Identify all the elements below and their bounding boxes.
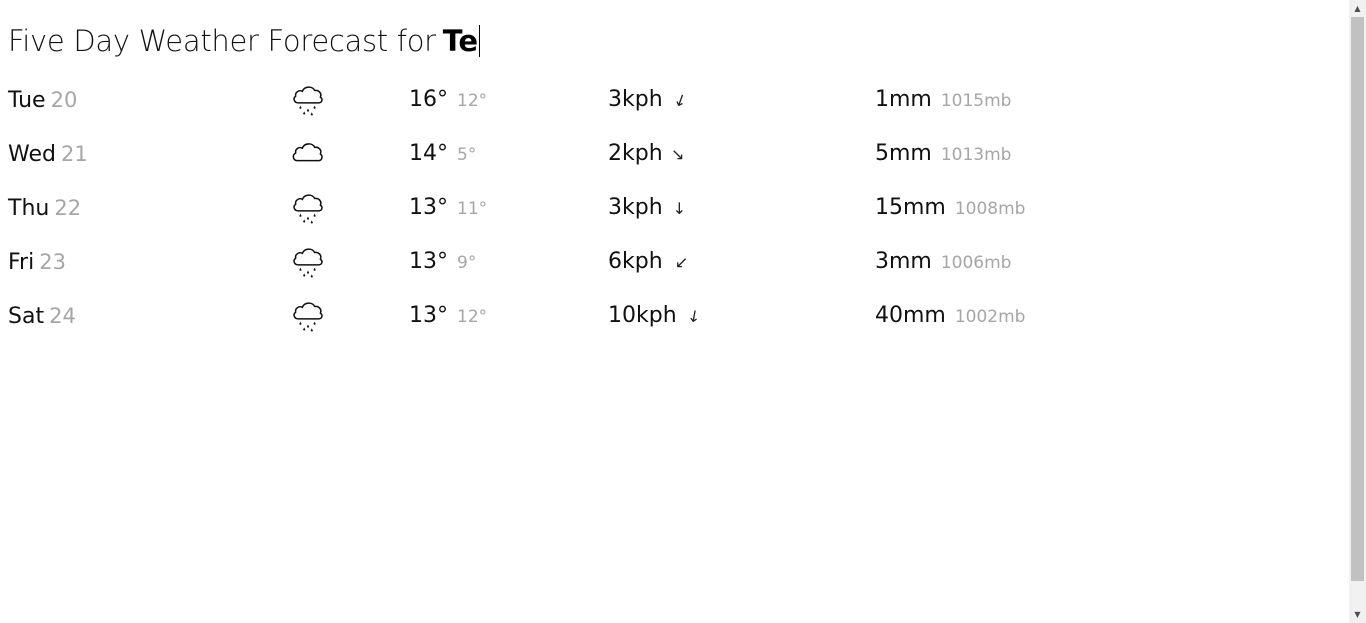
title-prefix: Five Day Weather Forecast for [8,24,436,58]
rain-cloud-icon [290,244,326,280]
scrollbar-thumb[interactable] [1351,17,1364,581]
wind-direction-icon: ↓ [685,306,702,328]
forecast-temperature: 13° 12° [409,299,487,333]
forecast-precipitation: 15mm 1008mb [875,191,1025,225]
rain-cloud-icon [290,82,326,118]
wind-speed: 10kph [608,303,677,328]
forecast-row: Fri 23 13° 9° 6kph ↓ 3mm 1006mb [0,245,1200,279]
forecast-precipitation: 40mm 1002mb [875,299,1025,333]
rainfall: 1mm [875,87,932,112]
city-input[interactable]: Te [443,24,478,58]
day-name: Tue [8,88,46,113]
page: Five Day Weather Forecast for Te Tue 20 16°… [0,0,1349,623]
pressure: 1013mb [940,145,1012,165]
wind-direction-icon: ↓ [669,251,693,275]
forecast-day: Sat 24 [8,299,76,333]
scroll-down-icon[interactable]: ▼ [1349,606,1366,623]
forecast-wind: 10kph ↓ [608,299,702,333]
temp-low: 5° [457,145,477,165]
wind-speed: 2kph [608,141,663,166]
day-name: Wed [8,142,56,167]
forecast-temperature: 16° 12° [409,83,487,117]
pressure: 1015mb [940,91,1012,111]
text-caret [478,25,480,57]
day-name: Sat [8,304,45,329]
forecast-day: Wed 21 [8,137,88,171]
rain-cloud-icon [290,190,326,226]
pressure: 1006mb [940,253,1012,273]
rainfall: 5mm [875,141,932,166]
temp-low: 12° [457,307,488,327]
forecast-row: Thu 22 13° 11° 3kph ↓ 15mm 1008mb [0,191,1200,225]
temp-low: 9° [457,253,477,273]
forecast-day: Thu 22 [8,191,81,225]
forecast-wind: 2kph ↓ [608,137,689,171]
forecast-row: Wed 21 14° 5° 2kph ↓ 5mm 1013mb [0,137,1200,171]
day-date: 24 [49,304,76,328]
wind-speed: 6kph [608,249,663,274]
wind-speed: 3kph [608,195,663,220]
wind-speed: 3kph [608,87,663,112]
day-date: 20 [50,88,78,112]
temp-high: 16° [409,87,448,112]
scroll-up-icon[interactable]: ▲ [1349,0,1366,17]
rain-cloud-icon [290,298,326,334]
forecast-temperature: 13° 11° [409,191,487,225]
forecast-precipitation: 1mm 1015mb [875,83,1011,117]
forecast-day: Fri 23 [8,245,66,279]
temp-high: 13° [409,249,448,274]
forecast-precipitation: 3mm 1006mb [875,245,1011,279]
forecast-temperature: 13° 9° [409,245,476,279]
rainfall: 40mm [875,303,946,328]
forecast-wind: 6kph ↓ [608,245,692,279]
forecast-day: Tue 20 [8,83,77,117]
vertical-scrollbar[interactable]: ▲ ▼ [1349,0,1366,623]
pressure: 1008mb [954,199,1026,219]
forecast-wind: 3kph ↓ [608,191,686,225]
wind-direction-icon: ↓ [672,199,687,218]
forecast-precipitation: 5mm 1013mb [875,137,1011,171]
pressure: 1002mb [954,307,1026,327]
day-name: Thu [8,196,50,221]
temp-low: 11° [457,199,488,219]
page-title: Five Day Weather Forecast for Te [8,24,480,60]
forecast-row: Sat 24 13° 12° 10kph ↓ 40mm 1002mb [0,299,1200,333]
forecast-temperature: 14° 5° [409,137,476,171]
rainfall: 3mm [875,249,932,274]
temp-high: 13° [409,195,448,220]
temp-low: 12° [457,91,488,111]
day-date: 23 [39,250,66,274]
day-date: 22 [54,196,82,220]
forecast-wind: 3kph ↓ [608,83,690,117]
day-name: Fri [8,250,35,275]
forecast-row: Tue 20 16° 12° 3kph ↓ 1mm 1015mb [0,83,1200,117]
wind-direction-icon: ↓ [670,89,690,112]
temp-high: 14° [409,141,448,166]
rainfall: 15mm [875,195,946,220]
wind-direction-icon: ↓ [666,143,690,167]
day-date: 21 [60,142,88,166]
temp-high: 13° [409,303,448,328]
cloud-icon [290,136,326,172]
